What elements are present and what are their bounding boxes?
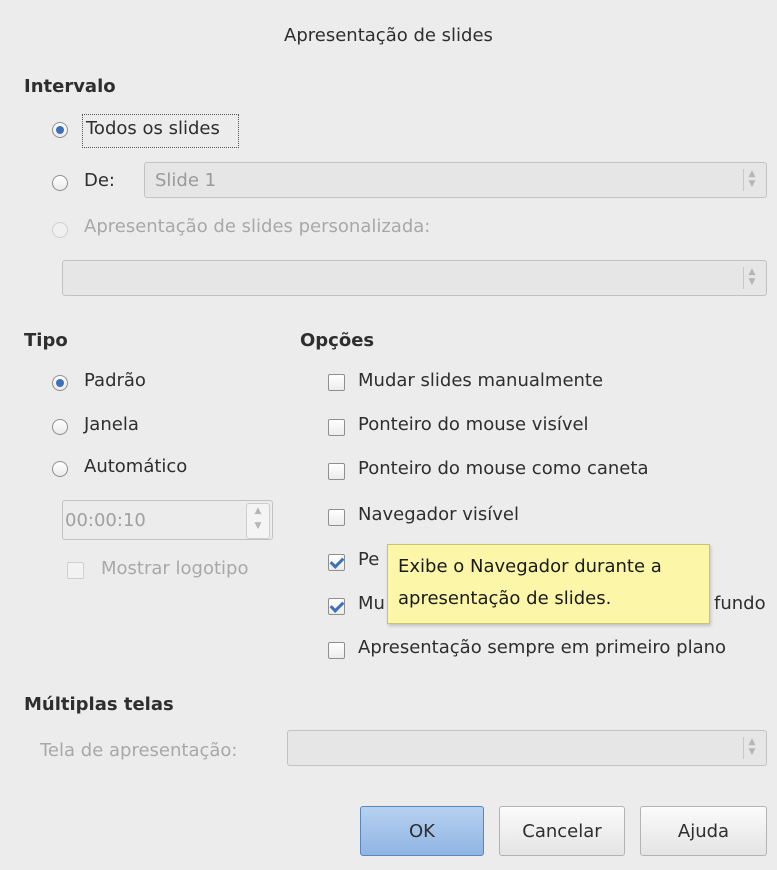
help-button[interactable]: Ajuda	[640, 806, 767, 856]
duration-value: 00:00:10	[65, 510, 146, 531]
cancel-button[interactable]: Cancelar	[499, 806, 625, 856]
intervalo-heading: Intervalo	[24, 76, 116, 97]
duration-spinbox[interactable]: 00:00:10 ▲ ▼	[62, 500, 273, 540]
from-slide-value: Slide 1	[155, 170, 217, 191]
show-logo-checkbox[interactable]	[67, 562, 84, 579]
opcoes-heading: Opções	[300, 330, 375, 351]
window-radio[interactable]	[52, 419, 68, 435]
pointer-visible-label[interactable]: Ponteiro do mouse visível	[358, 414, 589, 435]
spin-arrows-icon[interactable]: ▲ ▼	[246, 503, 270, 539]
multiple-screens-heading: Múltiplas telas	[24, 694, 174, 715]
option5-label[interactable]: Pe	[358, 549, 379, 570]
presentation-screen-combo[interactable]: ▲ ▼	[287, 730, 767, 766]
option6-label[interactable]: Mu	[358, 593, 385, 614]
show-logo-label: Mostrar logotipo	[101, 558, 249, 579]
automatic-radio[interactable]	[52, 461, 68, 477]
always-on-top-label[interactable]: Apresentação sempre em primeiro plano	[358, 637, 726, 658]
always-on-top-checkbox[interactable]	[328, 642, 345, 659]
from-slide-radio[interactable]	[52, 175, 68, 191]
window-label[interactable]: Janela	[84, 414, 139, 435]
custom-show-label: Apresentação de slides personalizada:	[84, 216, 431, 237]
default-label[interactable]: Padrão	[84, 370, 146, 391]
option5-checkbox[interactable]	[328, 554, 345, 571]
default-radio[interactable]	[52, 375, 68, 391]
manual-advance-label[interactable]: Mudar slides manualmente	[358, 370, 603, 391]
navigator-tooltip: Exibe o Navegador durante a apresentação…	[387, 544, 710, 624]
navigator-visible-label[interactable]: Navegador visível	[358, 504, 519, 525]
pointer-pen-label[interactable]: Ponteiro do mouse como caneta	[358, 458, 648, 479]
tooltip-line-1: Exibe o Navegador durante a	[398, 556, 662, 577]
tipo-heading: Tipo	[24, 330, 68, 351]
pointer-pen-checkbox[interactable]	[328, 463, 345, 480]
from-label[interactable]: De:	[84, 170, 115, 191]
combo-arrows-icon: ▲ ▼	[743, 169, 760, 191]
manual-advance-checkbox[interactable]	[328, 374, 345, 391]
automatic-label[interactable]: Automático	[84, 456, 187, 477]
slideshow-dialog: Apresentação de slides Intervalo Todos o…	[0, 0, 777, 870]
option6-label-tail: fundo	[714, 593, 766, 614]
pointer-visible-checkbox[interactable]	[328, 419, 345, 436]
navigator-visible-checkbox[interactable]	[328, 509, 345, 526]
custom-show-radio[interactable]	[52, 222, 68, 238]
all-slides-label[interactable]: Todos os slides	[86, 118, 220, 139]
custom-show-combo[interactable]: ▲ ▼	[62, 260, 767, 296]
combo-arrows-icon: ▲ ▼	[743, 267, 760, 289]
all-slides-radio[interactable]	[52, 122, 68, 138]
presentation-screen-label: Tela de apresentação:	[40, 740, 238, 761]
option6-checkbox[interactable]	[328, 598, 345, 615]
ok-button[interactable]: OK	[360, 806, 484, 856]
dialog-title: Apresentação de slides	[284, 24, 493, 46]
tooltip-line-2: apresentação de slides.	[398, 588, 612, 609]
combo-arrows-icon[interactable]: ▲ ▼	[743, 737, 760, 759]
from-slide-combo[interactable]: Slide 1 ▲ ▼	[144, 162, 767, 198]
